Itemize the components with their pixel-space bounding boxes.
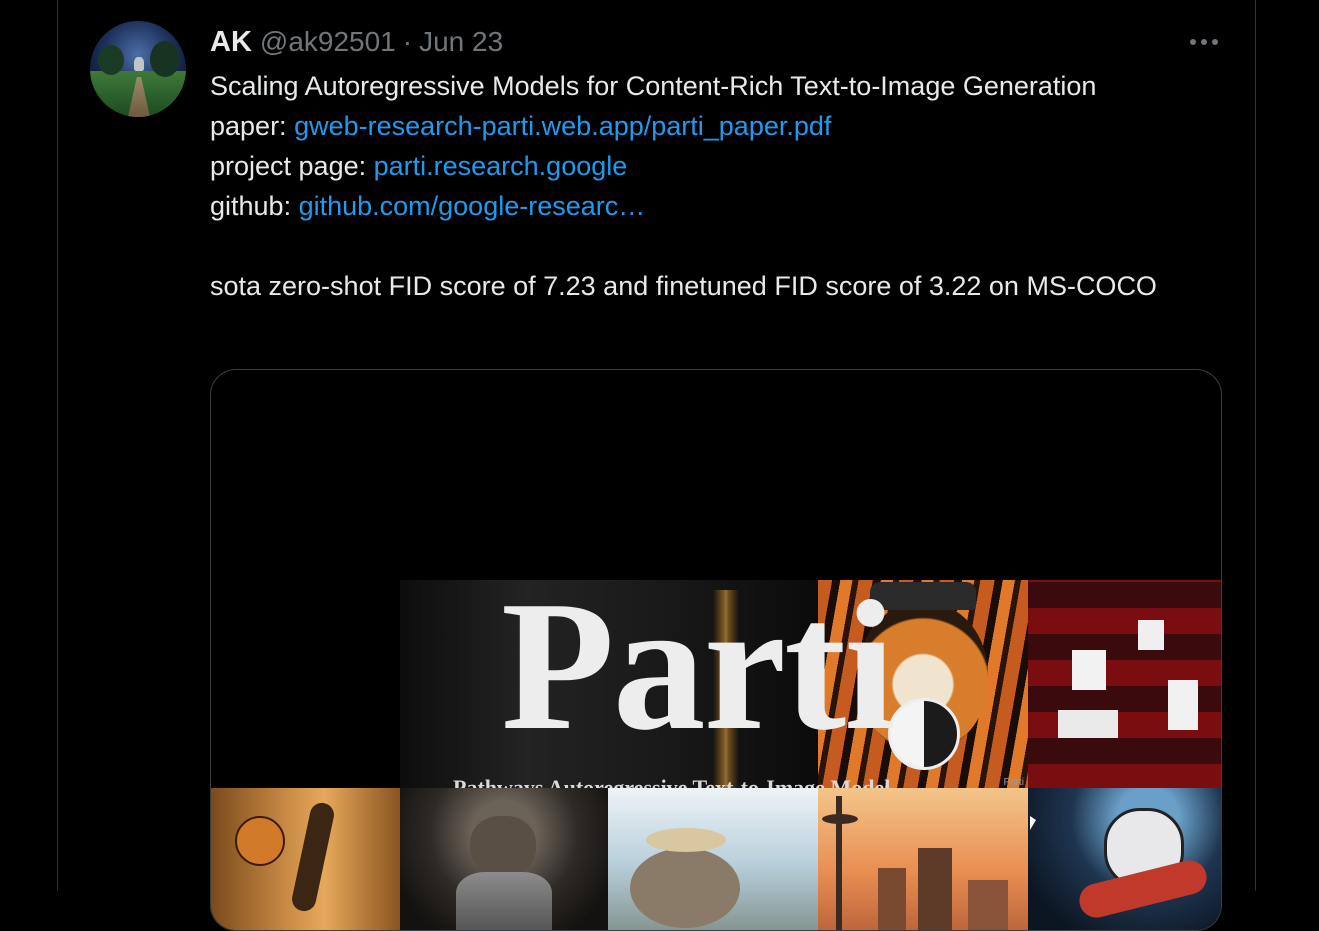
vase-figure <box>289 800 337 914</box>
building <box>968 880 1008 930</box>
mouse-cursor-icon <box>1030 816 1036 830</box>
project-link[interactable]: parti.research.google <box>374 151 628 181</box>
walrus-image <box>608 788 818 930</box>
space-needle-top <box>822 814 858 824</box>
github-link[interactable]: github.com/google-researc… <box>299 191 646 221</box>
more-dot <box>1190 39 1196 45</box>
yin-yang-icon <box>888 698 960 770</box>
fid-score-text: sota zero-shot FID score of 7.23 and fin… <box>210 271 1157 301</box>
walrus-hat <box>646 828 726 852</box>
walrus-body <box>630 848 740 928</box>
paper-label: paper: <box>210 111 295 141</box>
more-options-icon[interactable] <box>1184 33 1224 51</box>
basketball-icon <box>235 816 285 866</box>
tweet-text: Scaling Autoregressive Models for Conten… <box>210 66 1200 306</box>
parti-subtitle: Pathways Autoregressive Text-to-Image Mo… <box>453 775 891 789</box>
github-line: github: github.com/google-researc… <box>210 186 1200 226</box>
avatar-figure <box>134 57 144 71</box>
author-handle[interactable]: @ak92501 <box>260 26 396 58</box>
tiger-hat <box>870 582 976 610</box>
wombat-armor <box>456 872 552 930</box>
tweet-header: AK @ak92501 · Jun 23 <box>210 24 503 60</box>
more-dot <box>1212 39 1218 45</box>
header-separator: · <box>402 26 413 57</box>
tweet-video[interactable]: Parti Parti Pathways Autoregressive Text… <box>210 369 1222 931</box>
wombat-head <box>470 816 536 876</box>
github-label: github: <box>210 191 299 221</box>
building <box>878 868 906 930</box>
project-label: project page: <box>210 151 374 181</box>
more-dot <box>1201 39 1207 45</box>
paper-line: paper: gweb-research-parti.web.app/parti… <box>210 106 1200 146</box>
seattle-skyline-image <box>818 788 1028 930</box>
watermark: Parti <box>1003 777 1024 788</box>
light-streak <box>713 590 739 790</box>
parti-banner <box>400 580 818 790</box>
tiger-image: Parti <box>818 580 1028 790</box>
author-name[interactable]: AK <box>210 26 252 59</box>
avatar-tree <box>98 45 124 75</box>
building <box>918 848 952 930</box>
abstract-art-image <box>1028 580 1221 790</box>
vase-painting-image <box>211 788 400 930</box>
paper-link[interactable]: gweb-research-parti.web.app/parti_paper.… <box>294 111 831 141</box>
avatar-tree <box>150 41 180 77</box>
armored-wombat-image <box>400 788 608 930</box>
project-line: project page: parti.research.google <box>210 146 1200 186</box>
tweet-date[interactable]: Jun 23 <box>419 26 503 58</box>
tiger-guitarist-image <box>1028 788 1221 930</box>
tweet-title-line: Scaling Autoregressive Models for Conten… <box>210 71 1097 101</box>
author-avatar[interactable] <box>90 21 186 117</box>
